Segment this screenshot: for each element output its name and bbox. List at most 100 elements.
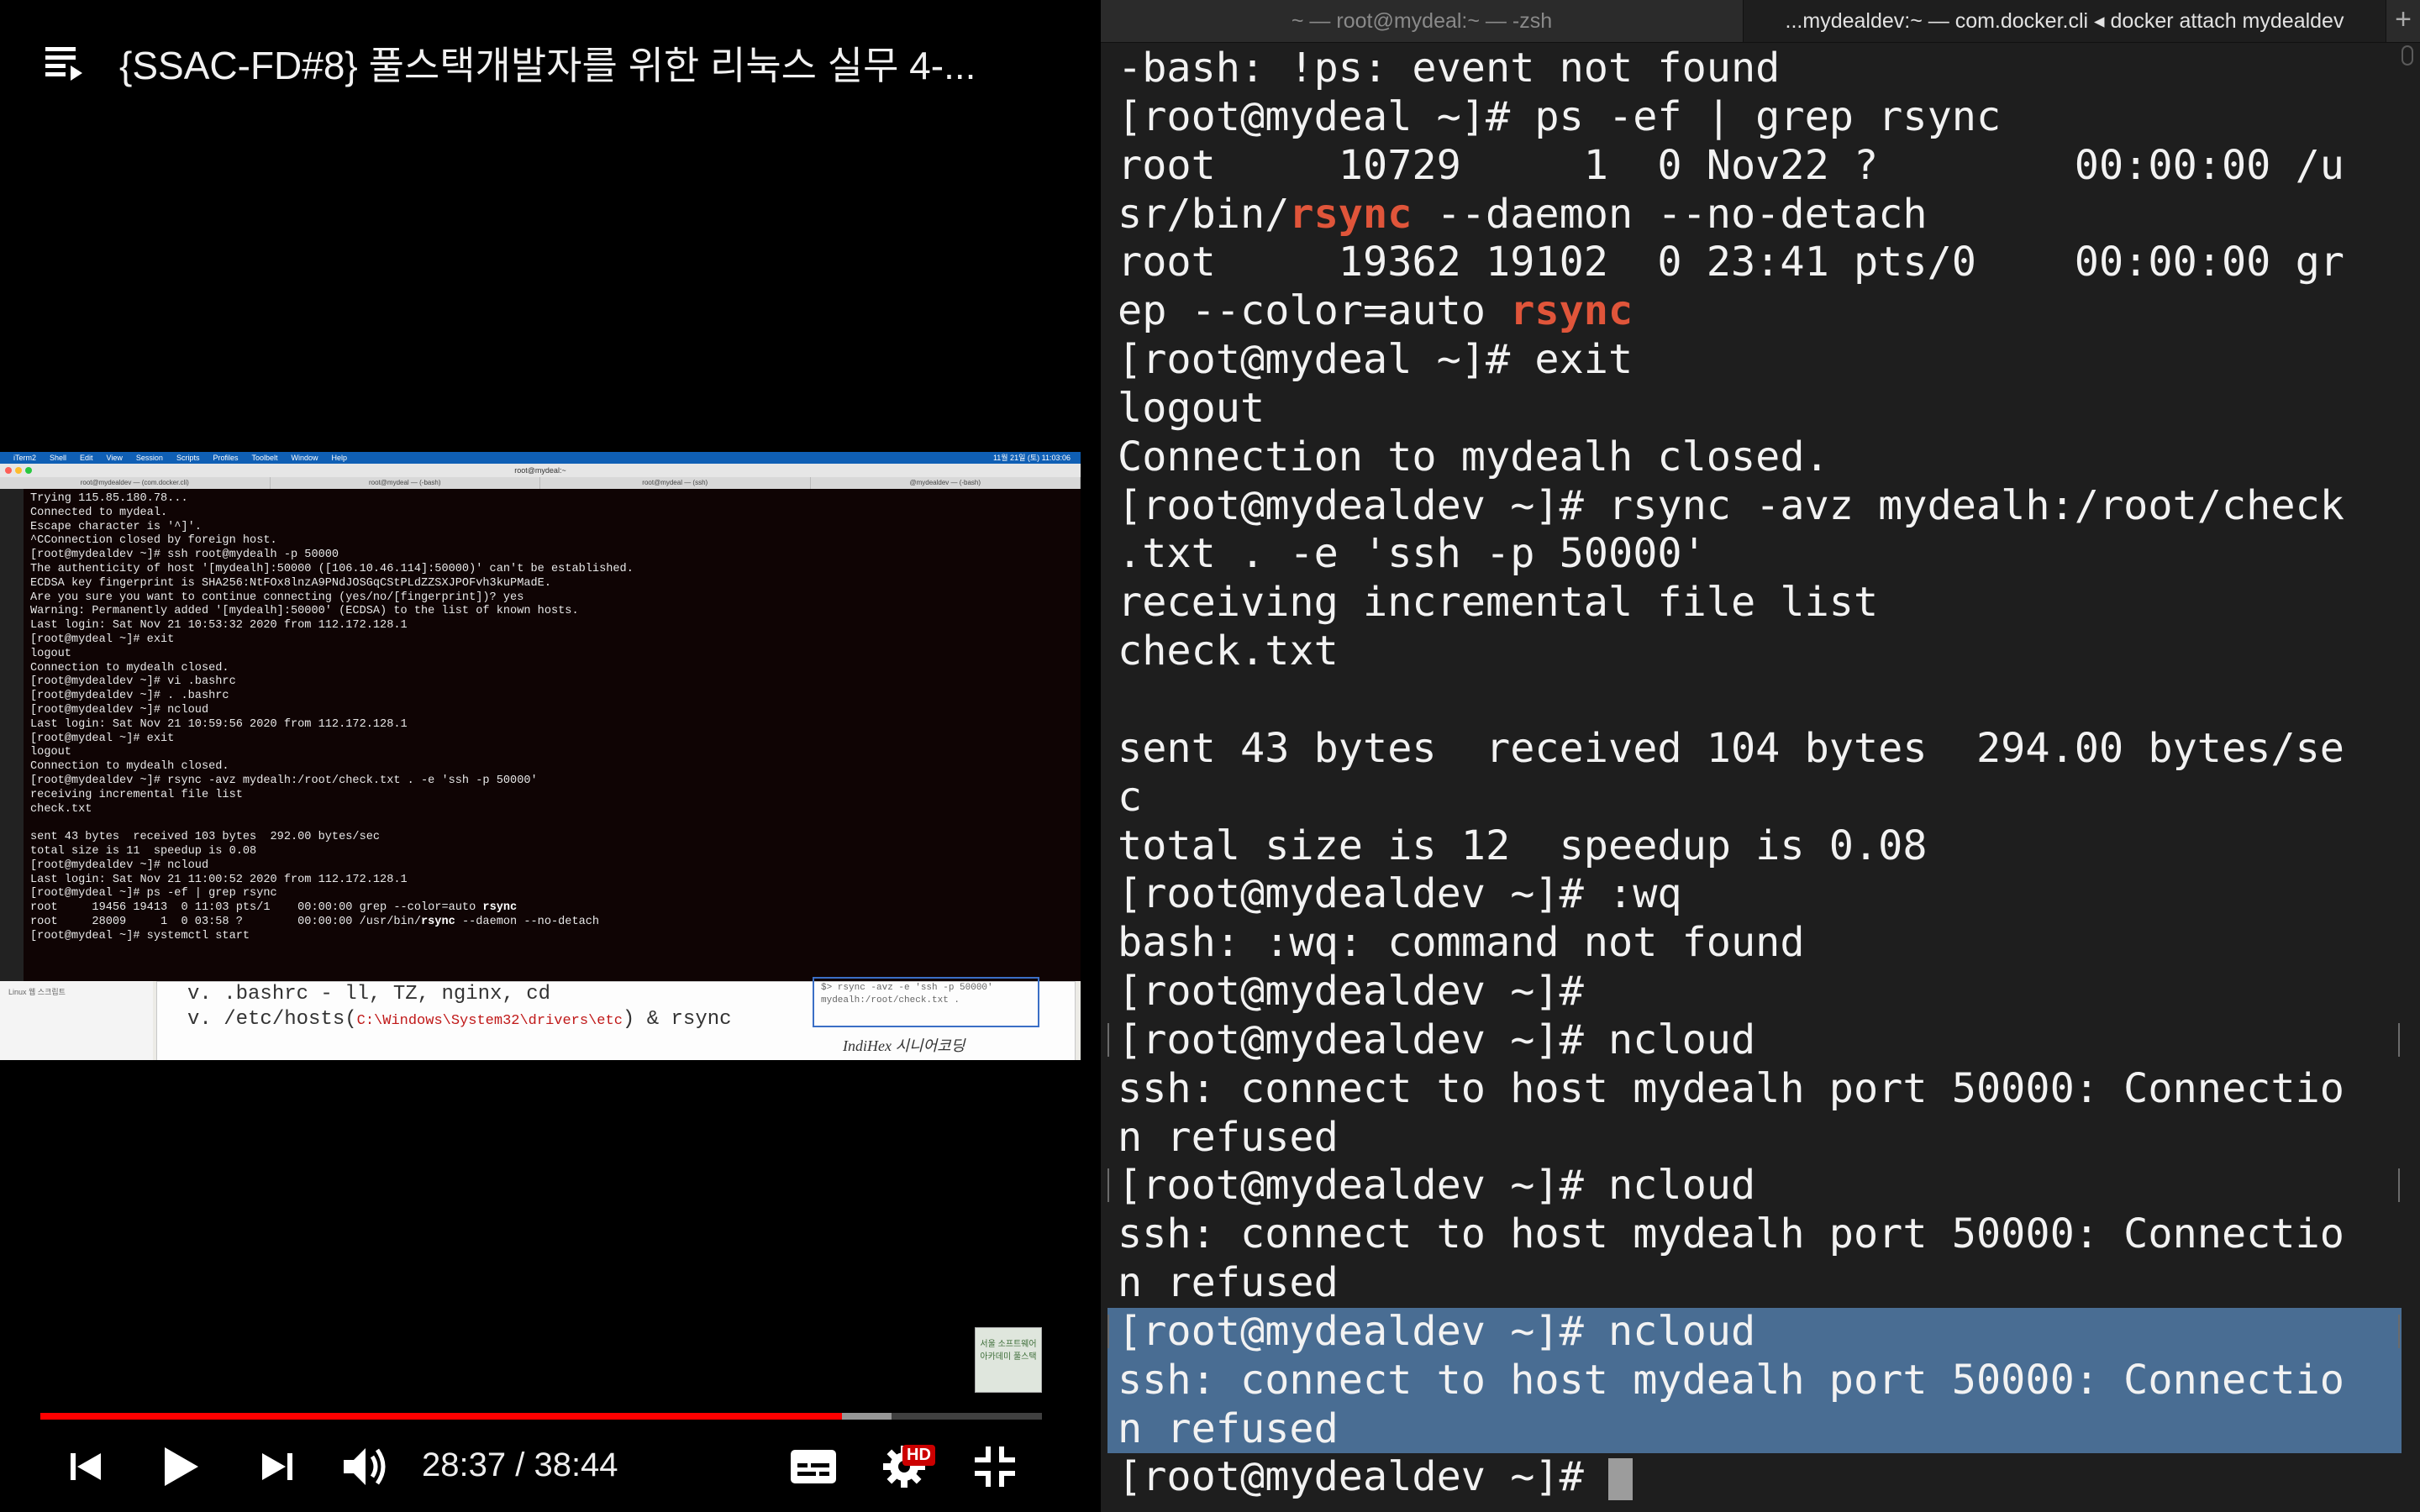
iterm-line: [root@mydealdev ~]# ncloud xyxy=(30,858,209,872)
iterm-tab: root@mydeal — (-bash) xyxy=(271,477,540,489)
terminal-line: [root@mydealdev ~]# rsync -avz mydealh:/… xyxy=(1118,481,2344,529)
terminal-line: ssh: connect to host mydealh port 50000:… xyxy=(1107,1356,2402,1405)
terminal-scrollbar[interactable] xyxy=(2402,45,2413,66)
iterm-line: [root@mydealdev ~]# . .bashrc xyxy=(30,690,229,703)
subtitles-icon[interactable] xyxy=(786,1438,840,1495)
iterm-terminal: Trying 115.85.180.78... Connected to myd… xyxy=(0,489,1081,981)
iterm-line: receiving incremental file list xyxy=(30,788,243,801)
next-icon[interactable] xyxy=(252,1438,302,1495)
time-separator: / xyxy=(506,1446,534,1483)
hd-badge: HD xyxy=(902,1445,935,1466)
prompt-mark xyxy=(1107,1168,1114,1203)
terminal-line: [root@mydealdev ~]# ncloud xyxy=(1107,1016,2402,1065)
terminal-line: [root@mydealdev ~]# ncloud xyxy=(1107,1307,2402,1357)
iterm-line: [root@mydealdev ~]# ncloud xyxy=(30,703,209,717)
terminal-line: -bash: !ps: event not found xyxy=(1118,45,1781,92)
progress-bar[interactable] xyxy=(40,1413,1042,1420)
mac-menu-item: Scripts xyxy=(176,454,200,462)
terminal-line: receiving incremental file list xyxy=(1118,579,1879,627)
close-icon xyxy=(5,467,12,474)
prompt-mark xyxy=(2393,1168,2400,1203)
mac-menu-item: Edit xyxy=(80,454,93,462)
mac-clock: 11월 21일 (토) 11:03:06 xyxy=(992,454,1071,462)
mac-menu-item: Session xyxy=(135,454,163,462)
terminal-output[interactable]: -bash: !ps: event not found [root@mydeal … xyxy=(1107,45,2402,1502)
terminal-line: ssh: connect to host mydealh port 50000:… xyxy=(1118,1210,2344,1258)
iterm-tab: @mydealdev — (-bash) xyxy=(811,477,1081,489)
terminal-line: logout xyxy=(1118,384,1265,432)
mac-menu-item: iTerm2 xyxy=(13,454,37,462)
previous-icon[interactable] xyxy=(60,1438,111,1495)
iterm-line: The authenticity of host '[mydealh]:5000… xyxy=(30,562,634,575)
iterm-line: root 28009 1 0 03:58 ? 00:00:00 /usr/bin… xyxy=(30,915,600,928)
iterm-line: Connected to mydeal. xyxy=(30,506,168,519)
terminal-line: [root@mydeal ~]# ps -ef | grep rsync xyxy=(1118,92,2002,140)
iterm-line: Warning: Permanently added '[mydealh]:50… xyxy=(30,605,579,618)
terminal-window[interactable]: ~ — root@mydeal:~ — -zsh ...mydealdev:~ —… xyxy=(1101,0,2420,1512)
video-title[interactable]: {SSAC-FD#8} 풀스택개발자를 위한 리눅스 실무 4-... xyxy=(119,35,1069,91)
slide-suffix: ) & rsync xyxy=(622,1008,732,1031)
mac-menu-item: Shell xyxy=(50,454,67,462)
iterm-output: Trying 115.85.180.78... Connected to myd… xyxy=(30,492,634,944)
video-frame: iTerm2 Shell Edit View Session Scripts Profile… xyxy=(0,452,1081,1060)
iterm-titlebar: root@mydeal:~ xyxy=(0,464,1081,477)
signature: IndiHex 시니어코딩 xyxy=(843,1037,965,1054)
terminal-line: ssh: connect to host mydealh port 50000:… xyxy=(1118,1064,2344,1112)
terminal-line: .txt . -e 'ssh -p 50000' xyxy=(1118,530,1707,578)
play-icon[interactable] xyxy=(155,1438,205,1495)
iterm-line: logout xyxy=(30,647,71,660)
iterm-line: root 19456 19413 0 11:03 pts/1 00:00:00 … xyxy=(30,901,518,915)
mac-menu-item: View xyxy=(106,454,123,462)
iterm-line: Last login: Sat Nov 21 10:59:56 2020 fro… xyxy=(30,717,408,731)
mac-menu-item: Help xyxy=(331,454,348,462)
terminal-line: [root@mydealdev ~]# xyxy=(1118,968,1584,1016)
grep-match: rsync xyxy=(1510,287,1634,335)
lecture-slide: v. .bashrc - ll, TZ, nginx, cd v. /etc/h… xyxy=(156,977,1076,1060)
channel-watermark[interactable]: 서울 소프트웨어 아카데미 풀스택 xyxy=(975,1327,1042,1393)
minimize-icon xyxy=(15,467,22,474)
iterm-line: Connection to mydealh closed. xyxy=(30,661,229,675)
terminal-line: total size is 12 speedup is 0.08 xyxy=(1118,822,1928,869)
mac-menubar: iTerm2 Shell Edit View Session Scripts Profile… xyxy=(0,452,1081,464)
terminal-line: ep --color=auto rsync xyxy=(1118,287,1634,335)
iterm-tabbar: root@mydealdev — (com.docker.cli) root@my… xyxy=(0,477,1081,489)
iterm-line: ^CConnection closed by foreign host. xyxy=(30,534,277,548)
terminal-line: Connection to mydealh closed. xyxy=(1118,433,1829,480)
iterm-line: logout xyxy=(30,746,71,759)
volume-icon[interactable] xyxy=(336,1438,395,1495)
slide-sidebar: Linux 웹 스크립트 xyxy=(0,981,153,1060)
video-player[interactable]: {SSAC-FD#8} 풀스택개발자를 위한 리눅스 실무 4-... iTer… xyxy=(0,0,1097,1512)
mac-menu-item: Toolbelt xyxy=(251,454,278,462)
iterm-line: Trying 115.85.180.78... xyxy=(30,492,188,505)
iterm-line: [root@mydeal ~]# exit xyxy=(30,732,175,745)
prompt-mark xyxy=(1107,1022,1114,1057)
terminal-line: n refused xyxy=(1107,1404,2402,1454)
grep-match: rsync xyxy=(1289,190,1413,238)
terminal-line: root 10729 1 0 Nov22 ? 00:00:00 /u xyxy=(1118,141,2344,189)
slide-path: C:\Windows\System32\drivers\etc xyxy=(356,1013,623,1029)
iterm-line: sent 43 bytes received 103 bytes 292.00 … xyxy=(30,831,381,844)
terminal-line: check.txt xyxy=(1118,627,1339,675)
iterm-line: Connection to mydealh closed. xyxy=(30,760,229,774)
iterm-line: Escape character is '^]'. xyxy=(30,520,202,533)
terminal-tab[interactable]: ~ — root@mydeal:~ — -zsh xyxy=(1101,0,1744,42)
iterm-window-title: root@mydeal:~ xyxy=(514,466,566,475)
iterm-line: ECDSA key fingerprint is SHA256:NtFOx8ln… xyxy=(30,576,551,590)
current-time: 28:37 xyxy=(422,1446,507,1483)
exit-fullscreen-icon[interactable] xyxy=(968,1438,1022,1495)
progress-played xyxy=(40,1413,842,1420)
prompt-mark xyxy=(1107,1314,1114,1348)
slide-note: $> rsync -avz -e 'ssh -p 50000' mydealh:… xyxy=(813,977,1039,1027)
new-tab-button[interactable]: + xyxy=(2386,0,2420,42)
zoom-icon xyxy=(25,467,32,474)
iterm-line: [root@mydeal ~]# exit xyxy=(30,633,175,646)
terminal-line: n refused xyxy=(1118,1259,1339,1307)
iterm-line: Last login: Sat Nov 21 11:00:52 2020 fro… xyxy=(30,873,408,886)
terminal-tab[interactable]: ...mydealdev:~ — com.docker.cli ◂ docker… xyxy=(1744,0,2386,42)
slide-bullets: v. .bashrc - ll, TZ, nginx, cd v. /etc/h… xyxy=(187,982,732,1034)
iterm-line: [root@mydealdev ~]# ssh root@mydealh -p … xyxy=(30,549,339,562)
terminal-line: [root@mydeal ~]# exit xyxy=(1118,336,1634,384)
terminal-line: [root@mydealdev ~]# ncloud xyxy=(1107,1162,2402,1210)
playlist-icon[interactable] xyxy=(44,42,86,84)
iterm-line: [root@mydeal ~]# systemctl start xyxy=(30,929,257,942)
